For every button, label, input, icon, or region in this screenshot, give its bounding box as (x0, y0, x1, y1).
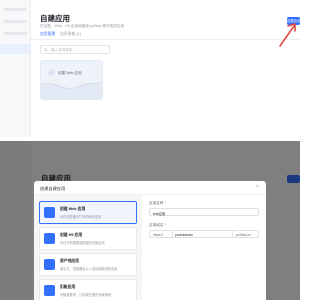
app-domain-input[interactable]: https:// yourdomain .ycSkey.cn (149, 230, 259, 238)
create-app-dialog-view: 自建应用 创建自建应用 × 创建 Web 应用 可在浏览器中打开的网页应用 创建… (0, 141, 300, 300)
sidebar-item-active[interactable] (0, 44, 31, 54)
search-input[interactable]: 输入名称搜索 (40, 45, 110, 54)
web-app-icon (44, 207, 55, 218)
app-type-option-native[interactable]: 原产地应用 原生可、控制器及以入或功能使用的应用 (39, 253, 137, 276)
page-title: 自建应用 (40, 14, 70, 23)
sidebar (0, 0, 31, 137)
h5-app-icon (44, 233, 55, 244)
domain-prefix: https:// (153, 232, 164, 237)
option-title: 扣账应用 (60, 285, 76, 289)
annotation-arrow-icon (279, 23, 296, 47)
app-name-input[interactable]: test应用 (149, 208, 259, 216)
app-type-list: 创建 Web 应用 可在浏览器中打开的网页应用 创建 H5 应用 可在手机端快速… (34, 195, 142, 300)
divider (31, 39, 300, 40)
domain-suffix: .ycSkey.cn (235, 232, 252, 237)
divider (172, 231, 173, 237)
app-name-value: test应用 (153, 211, 166, 216)
option-description: 可随身携带，订阅或在某些领域使用 (60, 293, 111, 297)
other-app-icon (44, 285, 55, 296)
divider (232, 231, 233, 237)
sidebar-item[interactable] (3, 20, 27, 23)
app-domain-label: 应用域名 * (149, 223, 166, 227)
app-type-option-other[interactable]: 扣账应用 可随身携带，订阅或在某些领域使用 (39, 279, 137, 300)
native-app-icon (44, 259, 55, 270)
tab-developers[interactable]: 自开发者 (1) (60, 32, 81, 37)
app-type-option-web[interactable]: 创建 Web 应用 可在浏览器中打开的网页应用 (39, 201, 137, 224)
sidebar-item[interactable] (3, 8, 27, 11)
sidebar-item[interactable] (3, 32, 27, 35)
app-list-view: 自建应用 在这里，Web、H5 应用和使用 ycSkey 等开发的应用 应用管理… (0, 0, 300, 137)
main-content: 自建应用 在这里，Web、H5 应用和使用 ycSkey 等开发的应用 应用管理… (31, 0, 300, 137)
app-name-label: 应用名称 * (149, 201, 166, 205)
option-description: 可在手机端快速搭建的页面应用 (60, 241, 105, 245)
domain-value: yourdomain (175, 232, 193, 237)
tab-app-management[interactable]: 应用管理 (40, 32, 55, 37)
option-description: 原生可、控制器及以入或功能使用的应用 (60, 267, 118, 271)
create-app-modal: 创建自建应用 × 创建 Web 应用 可在浏览器中打开的网页应用 创建 H5 应… (34, 181, 266, 300)
option-description: 可在浏览器中打开的网页应用 (60, 215, 102, 219)
screenshot-composite: 自建应用 在这里，Web、H5 应用和使用 ycSkey 等开发的应用 应用管理… (0, 0, 300, 300)
app-type-option-h5[interactable]: 创建 H5 应用 可在手机端快速搭建的页面应用 (39, 227, 137, 250)
modal-title: 创建自建应用 (40, 186, 66, 191)
option-title: 原产地应用 (60, 259, 79, 263)
option-title: 创建 H5 应用 (60, 233, 83, 237)
search-placeholder: 输入名称搜索 (51, 48, 73, 52)
decorative-wave (41, 81, 102, 99)
app-card[interactable]: 创建 Web 应用 (40, 60, 103, 100)
close-icon[interactable]: × (256, 185, 259, 190)
app-form: 应用名称 * test应用 应用域名 * https:// yourdomain… (142, 195, 266, 300)
search-icon (44, 48, 48, 52)
page-description: 在这里，Web、H5 应用和使用 ycSkey 等开发的应用 (40, 24, 124, 28)
option-title: 创建 Web 应用 (60, 207, 86, 211)
